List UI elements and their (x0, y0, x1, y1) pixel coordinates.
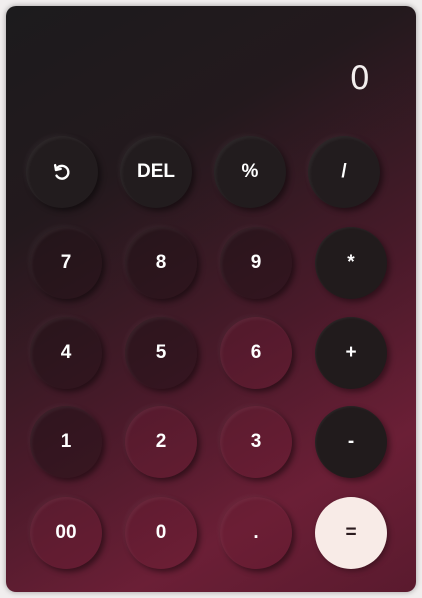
double-zero-button[interactable]: 00 (30, 497, 102, 569)
divide-button[interactable]: / (308, 136, 380, 208)
rotate-ccw-icon (51, 161, 73, 183)
decimal-point-button[interactable]: . (220, 497, 292, 569)
digit-3-button[interactable]: 3 (220, 406, 292, 478)
reset-button[interactable] (26, 136, 98, 208)
digit-6-button[interactable]: 6 (220, 317, 292, 389)
equals-button[interactable]: = (315, 497, 387, 569)
digit-8-button[interactable]: 8 (125, 227, 197, 299)
percent-button[interactable]: % (214, 136, 286, 208)
keypad: DEL % / 7 8 9 * 4 5 6 + 1 2 3 - 00 0 . = (6, 6, 416, 592)
digit-5-button[interactable]: 5 (125, 317, 197, 389)
digit-4-button[interactable]: 4 (30, 317, 102, 389)
digit-1-button[interactable]: 1 (30, 406, 102, 478)
digit-0-button[interactable]: 0 (125, 497, 197, 569)
delete-button[interactable]: DEL (120, 136, 192, 208)
calculator: 0 DEL % / 7 8 9 * 4 5 6 + 1 2 3 - 00 0 .… (6, 6, 416, 592)
digit-7-button[interactable]: 7 (30, 227, 102, 299)
minus-button[interactable]: - (315, 406, 387, 478)
digit-2-button[interactable]: 2 (125, 406, 197, 478)
digit-9-button[interactable]: 9 (220, 227, 292, 299)
plus-button[interactable]: + (315, 317, 387, 389)
multiply-button[interactable]: * (315, 227, 387, 299)
